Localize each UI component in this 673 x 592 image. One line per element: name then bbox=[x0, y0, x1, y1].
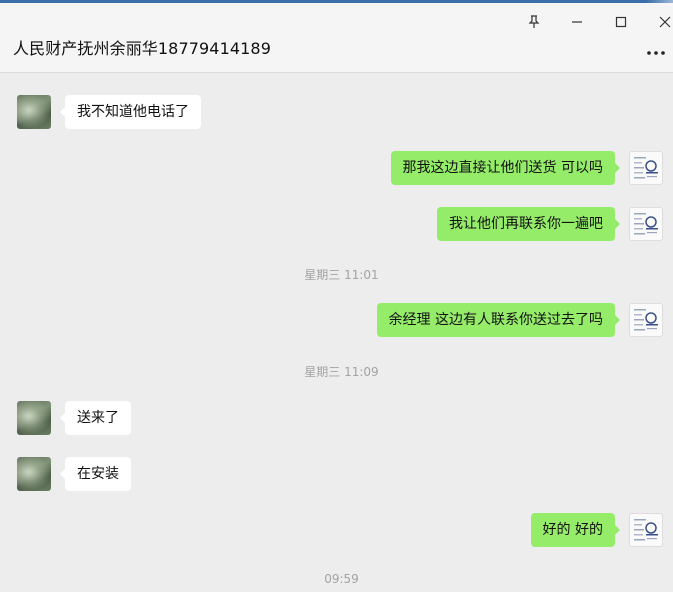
message-row: 送来了 bbox=[0, 401, 673, 435]
contact-avatar[interactable] bbox=[17, 401, 51, 435]
chat-window: 人民财产抚州余丽华18779414189 我不知道他电话了 那我这边直接让他们送… bbox=[0, 0, 673, 592]
message-row: 余经理 这边有人联系你送过去了吗 bbox=[0, 303, 673, 337]
my-avatar[interactable] bbox=[629, 151, 663, 185]
message-bubble[interactable]: 送来了 bbox=[60, 401, 131, 435]
my-avatar[interactable] bbox=[629, 207, 663, 241]
message-bubble[interactable]: 在安装 bbox=[60, 457, 131, 491]
my-avatar[interactable] bbox=[629, 513, 663, 547]
message-bubble[interactable]: 好的 好的 bbox=[530, 513, 621, 547]
message-bubble[interactable]: 余经理 这边有人联系你送过去了吗 bbox=[376, 303, 621, 337]
message-row: 我让他们再联系你一遍吧 bbox=[0, 207, 673, 241]
more-dots-icon[interactable] bbox=[645, 46, 667, 60]
message-row: 我不知道他电话了 bbox=[0, 95, 673, 129]
message-row: 好的 好的 bbox=[0, 513, 673, 547]
title-bar: 人民财产抚州余丽华18779414189 bbox=[0, 3, 673, 73]
message-timestamp: 09:59 bbox=[324, 572, 359, 586]
message-bubble[interactable]: 那我这边直接让他们送货 可以吗 bbox=[390, 151, 621, 185]
chat-title: 人民财产抚州余丽华18779414189 bbox=[13, 39, 271, 58]
minimize-icon[interactable] bbox=[567, 12, 587, 32]
my-avatar[interactable] bbox=[629, 303, 663, 337]
message-timestamp: 星期三 11:01 bbox=[304, 268, 379, 282]
message-bubble[interactable]: 我让他们再联系你一遍吧 bbox=[437, 207, 620, 241]
maximize-icon[interactable] bbox=[611, 12, 631, 32]
message-bubble[interactable]: 我不知道他电话了 bbox=[60, 95, 201, 129]
contact-avatar[interactable] bbox=[17, 95, 51, 129]
message-timestamp: 星期三 11:09 bbox=[304, 365, 379, 379]
message-list[interactable]: 我不知道他电话了 那我这边直接让他们送货 可以吗 我让他们再联系你一遍吧 星期三… bbox=[0, 74, 673, 592]
pin-icon[interactable] bbox=[524, 12, 544, 32]
message-row: 在安装 bbox=[0, 457, 673, 491]
message-row: 那我这边直接让他们送货 可以吗 bbox=[0, 151, 673, 185]
close-icon[interactable] bbox=[655, 12, 673, 32]
contact-avatar[interactable] bbox=[17, 457, 51, 491]
